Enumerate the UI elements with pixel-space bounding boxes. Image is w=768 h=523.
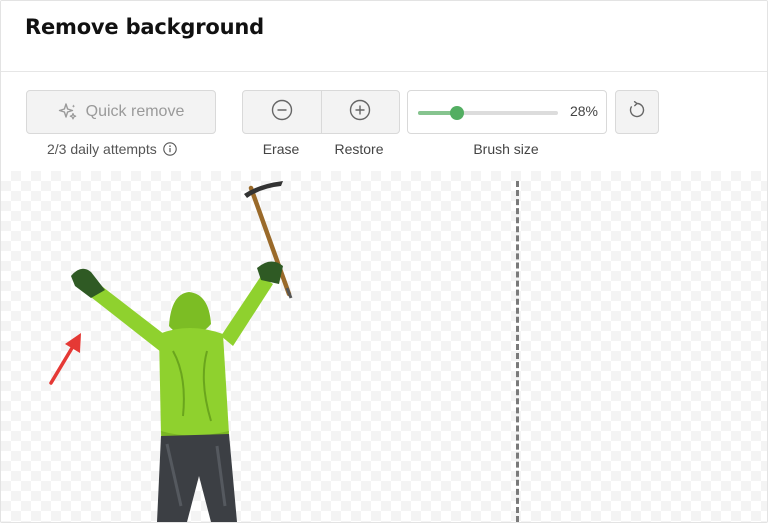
- plus-circle-icon: [349, 99, 371, 126]
- toolbar: Quick remove 2/3 daily attempts Erase Re…: [1, 72, 767, 170]
- brush-size-slider[interactable]: [418, 106, 558, 120]
- brush-size-control: 28%: [407, 90, 607, 134]
- annotation-arrow-icon: [49, 333, 81, 385]
- image-canvas[interactable]: [1, 171, 767, 522]
- brush-size-label: Brush size: [473, 141, 539, 157]
- quick-remove-label: Quick remove: [85, 103, 185, 120]
- header: Remove background: [1, 1, 767, 72]
- brush-size-value: 28%: [569, 103, 598, 119]
- erase-restore-group: [242, 90, 400, 134]
- info-icon[interactable]: [162, 142, 177, 156]
- quick-remove-button[interactable]: Quick remove: [26, 90, 216, 134]
- page-title: Remove background: [25, 15, 264, 39]
- restore-button[interactable]: [320, 91, 400, 133]
- minus-circle-icon: [271, 99, 293, 126]
- daily-attempts: 2/3 daily attempts: [47, 141, 177, 157]
- editor-window: Remove background Quick remove 2/3 daily…: [0, 0, 768, 523]
- erase-button[interactable]: [243, 91, 321, 133]
- sparkle-icon: [58, 102, 78, 122]
- brush-size-thumb[interactable]: [450, 106, 465, 120]
- reset-icon: [627, 100, 647, 125]
- restore-label: Restore: [334, 141, 384, 157]
- climber-image: [71, 181, 293, 522]
- comparison-divider[interactable]: [516, 181, 519, 522]
- erase-label: Erase: [262, 141, 300, 157]
- reset-button[interactable]: [615, 90, 659, 134]
- daily-attempts-text: 2/3 daily attempts: [47, 141, 157, 157]
